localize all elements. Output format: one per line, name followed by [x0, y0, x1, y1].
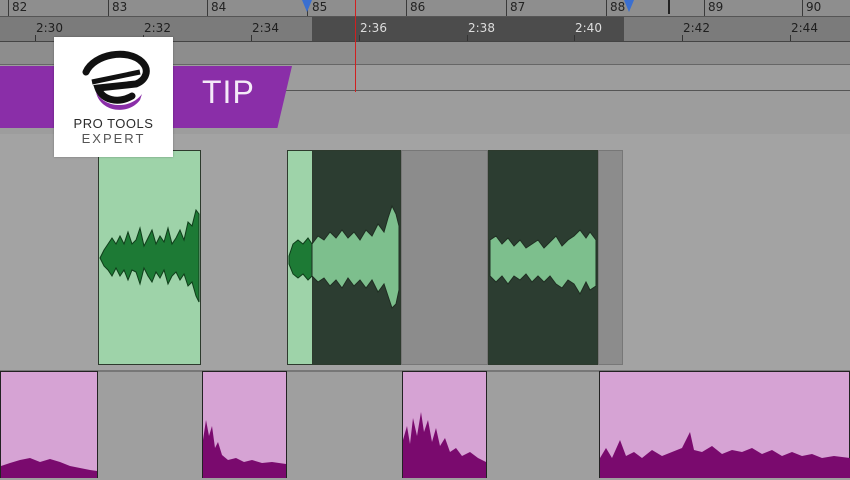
waveform	[288, 237, 313, 281]
waveform	[99, 208, 200, 303]
tip-label: TIP	[202, 74, 255, 110]
logo-text-line2: EXPERT	[81, 131, 146, 146]
waveform	[489, 229, 597, 296]
waveform	[1, 458, 97, 478]
waveform	[311, 204, 400, 309]
logo-text-line1: PRO TOOLS	[73, 116, 154, 131]
waveform	[203, 420, 286, 478]
waveform	[403, 412, 486, 478]
waveform	[600, 432, 850, 478]
